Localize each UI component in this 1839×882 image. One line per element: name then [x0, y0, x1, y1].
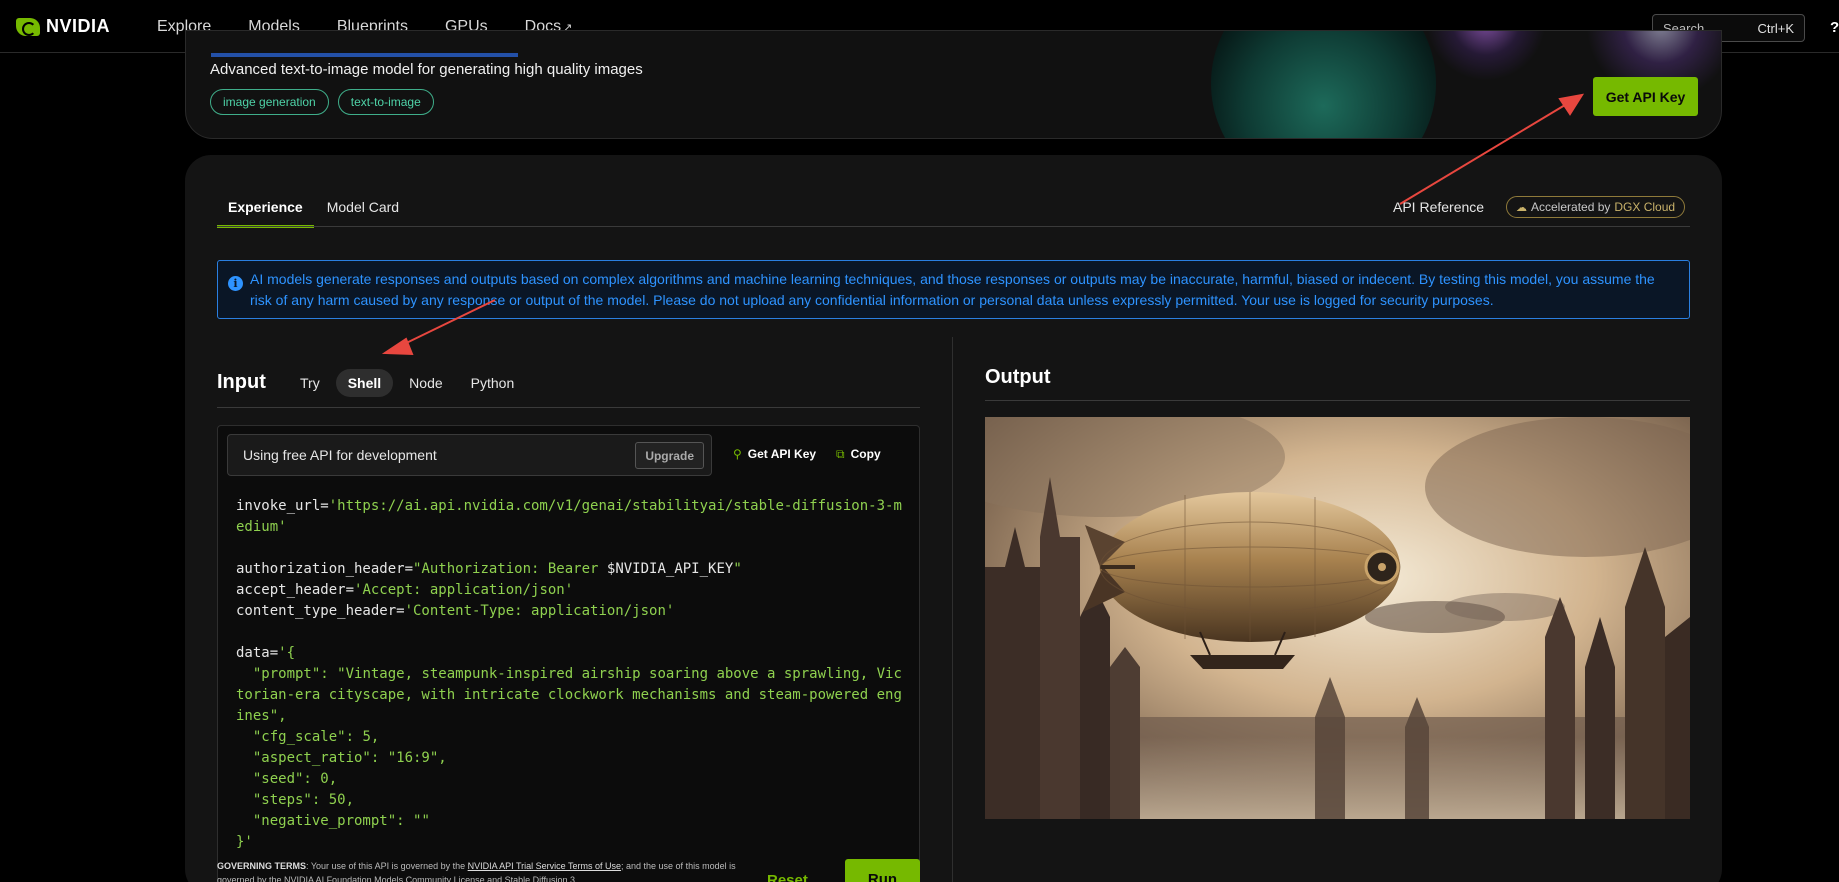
logo-text: NVIDIA — [46, 16, 111, 36]
hero-sphere-graphic — [1211, 31, 1436, 138]
model-description: Advanced text-to-image model for generat… — [210, 61, 643, 78]
code-token: "" — [413, 813, 430, 829]
code-token: content_type_header= — [236, 603, 405, 619]
code-token: "aspect_ratio": — [236, 750, 388, 766]
notice-text: AI models generate responses and outputs… — [250, 271, 1655, 308]
code-token: accept_header= — [236, 582, 355, 598]
dgx-cloud-badge[interactable]: ☁ Accelerated by DGX Cloud — [1506, 196, 1686, 218]
cloud-icon: ☁ — [1516, 201, 1527, 214]
ai-disclaimer-notice: i AI models generate responses and outpu… — [217, 260, 1690, 319]
copy-icon: ⧉ — [836, 447, 845, 461]
code-token: 0, — [320, 771, 338, 787]
code-token: "steps": — [236, 792, 329, 808]
copy-label: Copy — [850, 447, 881, 461]
code-get-api-key-button[interactable]: ⚲ Get API Key — [733, 447, 816, 462]
governing-terms: GOVERNING TERMS: Your use of this API is… — [217, 859, 737, 882]
input-title: Input — [217, 371, 266, 393]
model-tags: image generation text-to-image — [210, 89, 434, 115]
run-button[interactable]: Run — [845, 859, 920, 882]
info-icon: i — [228, 276, 243, 291]
gov-text-1: : Your use of this API is governed by th… — [306, 861, 468, 871]
badge-highlight: DGX Cloud — [1614, 200, 1676, 214]
panel-tabs: Experience Model Card — [217, 199, 412, 228]
nvidia-eye-icon — [16, 17, 40, 36]
generated-airship-image[interactable] — [985, 417, 1690, 819]
code-token: 'https://ai.api.nvidia.com/v1/genai/stab… — [236, 498, 902, 535]
nvidia-logo[interactable]: NVIDIA — [16, 16, 110, 37]
tag-image-generation[interactable]: image generation — [210, 89, 329, 115]
output-divider — [985, 400, 1690, 401]
copy-button[interactable]: ⧉ Copy — [836, 447, 881, 462]
upgrade-button[interactable]: Upgrade — [635, 442, 704, 469]
tag-text-to-image[interactable]: text-to-image — [337, 89, 434, 115]
tab-model-card[interactable]: Model Card — [316, 199, 410, 228]
input-subtabs: Try Shell Node Python — [288, 369, 526, 397]
code-token: "Authorization: Bearer — [413, 561, 607, 577]
code-token: 50, — [328, 792, 355, 808]
hero-accent-bar — [211, 53, 518, 57]
output-title: Output — [985, 366, 1051, 388]
subtab-try[interactable]: Try — [288, 369, 332, 397]
code-token: authorization_header= — [236, 561, 414, 577]
model-hero-banner: Advanced text-to-image model for generat… — [185, 30, 1722, 139]
key-icon: ⚲ — [733, 447, 742, 461]
experience-panel: Experience Model Card API Reference ☁ Ac… — [185, 155, 1722, 882]
reset-button[interactable]: Reset — [767, 872, 808, 882]
code-token: 'Accept: application/json' — [354, 582, 574, 598]
code-block[interactable]: invoke_url='https://ai.api.nvidia.com/v1… — [236, 496, 906, 853]
code-token: '{ — [278, 645, 296, 661]
code-token: $NVIDIA_API_KEY — [606, 561, 734, 577]
code-token: "16:9", — [387, 750, 447, 766]
terms-of-use-link[interactable]: NVIDIA API Trial Service Terms of Use — [468, 861, 621, 871]
code-token: "negative_prompt": — [236, 813, 414, 829]
code-token: " — [733, 561, 742, 577]
input-divider — [217, 407, 920, 408]
free-api-text: Using free API for development — [243, 447, 437, 463]
hero-light-graphic — [1426, 31, 1546, 81]
code-token: data= — [236, 645, 279, 661]
code-token: "cfg_scale": — [236, 729, 363, 745]
code-panel: Using free API for development Upgrade ⚲… — [217, 425, 920, 882]
get-api-key-button[interactable]: Get API Key — [1593, 77, 1698, 116]
free-api-banner: Using free API for development Upgrade — [227, 434, 712, 476]
badge-prefix: Accelerated by — [1531, 200, 1611, 214]
subtab-shell[interactable]: Shell — [335, 369, 394, 397]
tabs-divider — [217, 226, 1690, 227]
code-token: invoke_url= — [236, 498, 329, 514]
search-shortcut: Ctrl+K — [1757, 20, 1794, 36]
code-token: "prompt": — [236, 666, 338, 682]
subtab-node[interactable]: Node — [397, 369, 454, 397]
api-reference-link[interactable]: API Reference — [1393, 199, 1484, 215]
code-get-api-key-label: Get API Key — [747, 447, 817, 461]
code-token: }' — [236, 834, 253, 850]
code-token: 5, — [362, 729, 380, 745]
airship-illustration — [985, 417, 1690, 819]
code-token: "seed": — [236, 771, 321, 787]
help-icon[interactable]: ? — [1830, 19, 1839, 36]
code-token: 'Content-Type: application/json' — [404, 603, 675, 619]
code-actions: ⚲ Get API Key ⧉ Copy — [733, 447, 881, 462]
tab-experience[interactable]: Experience — [217, 199, 314, 228]
gov-label: GOVERNING TERMS — [217, 861, 307, 871]
subtab-python[interactable]: Python — [459, 369, 527, 397]
input-output-divider — [952, 337, 953, 882]
